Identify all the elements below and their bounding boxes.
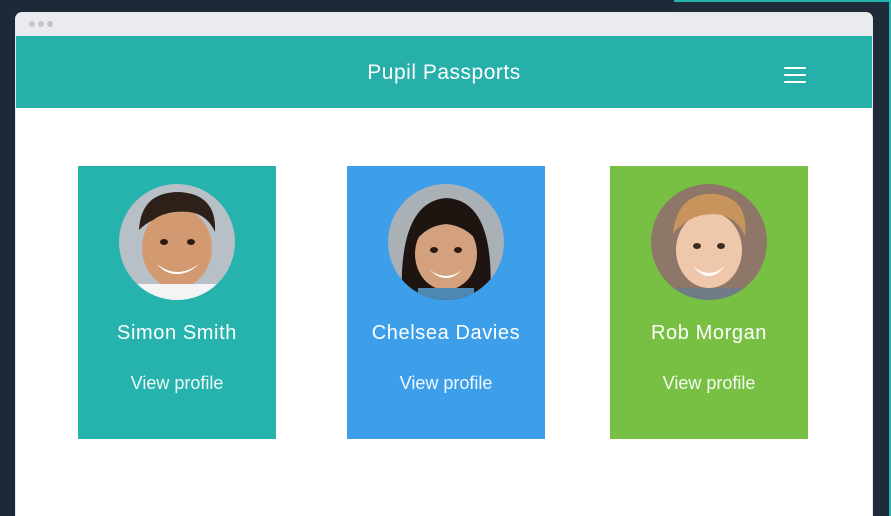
view-profile-link[interactable]: View profile: [78, 373, 276, 394]
window-chrome: [16, 13, 872, 36]
avatar: [388, 184, 504, 300]
window-controls: [29, 21, 53, 27]
pupil-card-grid: Simon Smith View profile Chelsea Davies …: [16, 108, 872, 516]
pupil-card-rob-morgan[interactable]: Rob Morgan View profile: [610, 166, 808, 439]
pupil-name: Chelsea Davies: [371, 322, 521, 344]
window-dot-icon[interactable]: [29, 21, 35, 27]
boy-photo-icon: [119, 184, 235, 300]
view-profile-link[interactable]: View profile: [610, 373, 808, 394]
pupil-card-chelsea-davies[interactable]: Chelsea Davies View profile: [347, 166, 545, 439]
avatar: [651, 184, 767, 300]
app-header: Pupil Passports: [16, 36, 872, 108]
app-title: Pupil Passports: [367, 61, 521, 84]
window-dot-icon[interactable]: [47, 21, 53, 27]
pupil-name: Simon Smith: [117, 322, 237, 344]
pupil-card-simon-smith[interactable]: Simon Smith View profile: [78, 166, 276, 439]
screenshot-stage: Pupil Passports Simon Smith View profile…: [0, 0, 891, 516]
view-profile-link[interactable]: View profile: [347, 373, 545, 394]
pupil-name: Rob Morgan: [650, 322, 768, 344]
window-dot-icon[interactable]: [38, 21, 44, 27]
boy-photo-icon: [651, 184, 767, 300]
hamburger-menu-icon[interactable]: [784, 67, 806, 84]
avatar: [119, 184, 235, 300]
browser-window: Pupil Passports Simon Smith View profile…: [16, 13, 872, 516]
girl-photo-icon: [388, 184, 504, 300]
